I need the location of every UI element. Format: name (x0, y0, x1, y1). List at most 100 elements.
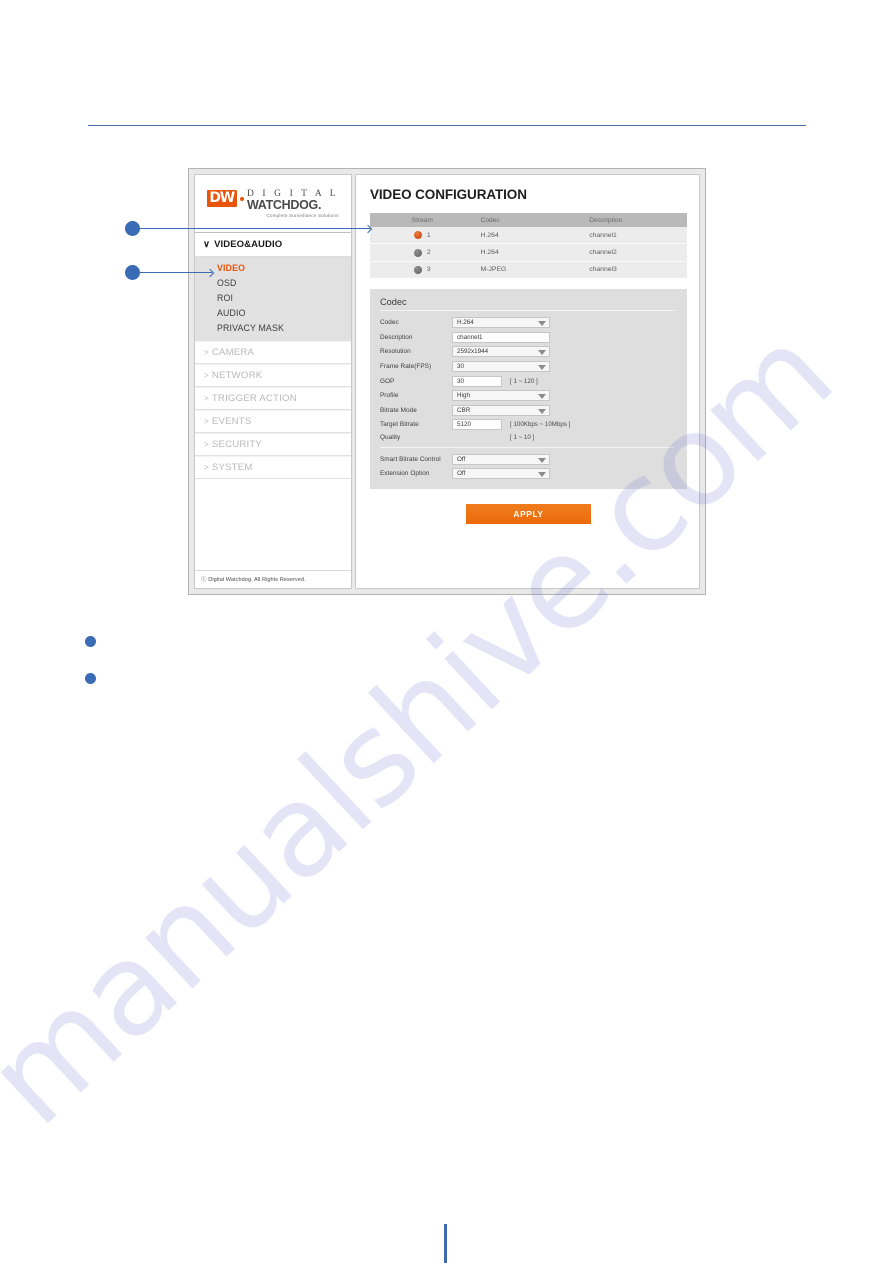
profile-select-value: High (457, 392, 470, 400)
description-cell: channel1 (589, 231, 617, 239)
codec-cell: H.264 (480, 249, 499, 257)
sidebar-item-audio[interactable]: AUDIO (195, 306, 351, 321)
chevron-right-icon: > (204, 462, 209, 472)
stream-cell: 3 (370, 265, 475, 274)
stream-table: Stream Codec Description 1 H.264 channel… (370, 213, 687, 279)
sidebar-item-osd[interactable]: OSD (195, 275, 351, 290)
field-row-framerate: Frame Rate(FPS) 30 (380, 360, 675, 372)
codec-section-divider (380, 446, 675, 448)
resolution-select-value: 2592x1944 (457, 348, 489, 356)
logo-bullet-icon (239, 196, 244, 201)
chevron-down-icon (538, 394, 546, 400)
description-input[interactable]: channel1 (452, 331, 550, 343)
frame-rate-select-value: 30 (457, 362, 465, 370)
sidebar-group-label: VIDEO&AUDIO (214, 239, 283, 250)
frame-rate-select[interactable]: 30 (452, 360, 550, 372)
table-row[interactable]: 2 H.264 channel2 (370, 244, 687, 262)
stream-cell: 1 (370, 231, 475, 240)
chevron-down-icon (538, 350, 546, 356)
bitrate-mode-select[interactable]: CBR (452, 404, 550, 416)
sidebar-group-trigger-action[interactable]: > TRIGGER ACTION (195, 386, 351, 410)
table-row[interactable]: 1 H.264 channel1 (370, 227, 687, 245)
sidebar-group-label-events: EVENTS (211, 415, 252, 427)
sidebar-menu: ∨ VIDEO&AUDIO VIDEO OSD ROI AUDIO PRIVACY… (195, 233, 351, 570)
chevron-down-icon: ∨ (203, 239, 211, 250)
sidebar-group-label-camera: CAMERA (211, 346, 255, 358)
codec-select[interactable]: H.264 (452, 317, 550, 329)
label-quality: Quality (380, 433, 401, 441)
sidebar-item-privacy-mask[interactable]: PRIVACY MASK (195, 321, 351, 336)
label-target-bitrate: Target Bitrate (380, 421, 419, 429)
sidebar-copyright: ⓒ Digital Watchdog. All Rights Reserved. (195, 570, 351, 588)
smart-bitrate-control-select[interactable]: Off (452, 453, 550, 465)
codec-cell: M-JPEG (480, 266, 507, 274)
label-extension-option: Extension Option (380, 470, 430, 478)
field-row-resolution: Resolution 2592x1944 (380, 346, 675, 358)
profile-select[interactable]: High (452, 390, 550, 402)
chevron-down-icon (538, 408, 546, 414)
sidebar-group-video-audio[interactable]: ∨ VIDEO&AUDIO (195, 233, 351, 257)
field-row-gop: GOP 30 [ 1 ~ 120 ] (380, 375, 675, 387)
table-row[interactable]: 3 M-JPEG channel3 (370, 262, 687, 278)
codec-section-title: Codec (380, 297, 675, 312)
smart-bitrate-control-value: Off (457, 455, 466, 463)
label-codec: Codec (380, 319, 399, 327)
apply-button[interactable]: APPLY (466, 504, 591, 525)
stream-table-header: Stream Codec Description (370, 213, 687, 227)
target-bitrate-input[interactable]: 5120 (452, 419, 502, 431)
sidebar-group-label-network: NETWORK (211, 369, 263, 381)
label-description: Description (380, 333, 413, 341)
column-header-codec: Codec (480, 216, 500, 224)
field-row-profile: Profile High (380, 390, 675, 402)
dw-logo-mark: DW (207, 189, 237, 207)
extension-option-select[interactable]: Off (452, 468, 550, 480)
stream-number: 2 (426, 249, 431, 257)
sidebar-group-network[interactable]: > NETWORK (195, 363, 351, 387)
sidebar-item-video[interactable]: VIDEO (195, 260, 351, 275)
gop-input[interactable]: 30 (452, 375, 502, 387)
page-title: VIDEO CONFIGURATION (370, 187, 527, 202)
resolution-select[interactable]: 2592x1944 (452, 346, 550, 358)
gop-range-hint: [ 1 ~ 120 ] (510, 377, 538, 385)
field-row-smart-bitrate-control: Smart Bitrate Control Off (380, 453, 675, 465)
sidebar-group-security[interactable]: > SECURITY (195, 432, 351, 456)
callout-leader-line-1 (140, 228, 370, 230)
sidebar-group-label-system: SYSTEM (211, 461, 253, 473)
stream-status-indicator-icon (413, 231, 422, 240)
stream-number: 3 (426, 266, 431, 274)
label-frame-rate: Frame Rate(FPS) (380, 362, 432, 370)
label-smart-bitrate-control: Smart Bitrate Control (380, 455, 441, 463)
label-bitrate-mode: Bitrate Mode (380, 406, 417, 414)
field-row-target-bitrate: Target Bitrate 5120 [ 100Kbps ~ 10Mbps ] (380, 419, 675, 431)
sidebar-group-events[interactable]: > EVENTS (195, 409, 351, 433)
chevron-down-icon (538, 321, 546, 327)
page-number-marker (444, 1224, 447, 1263)
field-row-codec: Codec H.264 (380, 317, 675, 329)
chevron-down-icon (538, 364, 546, 370)
sidebar-item-roi[interactable]: ROI (195, 290, 351, 305)
stream-status-indicator-icon (413, 248, 422, 257)
label-profile: Profile (380, 392, 399, 400)
sidebar-group-label-trigger-action: TRIGGER ACTION (211, 392, 297, 404)
codec-settings-box: Codec Codec H.264 Description channel1 R… (370, 289, 687, 490)
description-cell: channel2 (589, 249, 617, 257)
label-gop: GOP (380, 377, 395, 385)
body-list-bullet-1 (85, 636, 96, 647)
field-row-quality: Quality [ 1 ~ 10 ] (380, 434, 675, 441)
camera-web-ui-screenshot: DW D I G I T A L WATCHDOG. Complete Surv… (188, 168, 706, 595)
sidebar-filler (195, 478, 351, 570)
sidebar-nav-panel: DW D I G I T A L WATCHDOG. Complete Surv… (194, 174, 352, 589)
field-row-bitrate-mode: Bitrate Mode CBR (380, 404, 675, 416)
chevron-right-icon: > (204, 439, 209, 449)
codec-select-value: H.264 (457, 319, 474, 327)
stream-cell: 2 (370, 248, 475, 257)
target-bitrate-range-hint: [ 100Kbps ~ 10Mbps ] (510, 421, 571, 429)
header-rule (88, 125, 806, 126)
sidebar-group-system[interactable]: > SYSTEM (195, 455, 351, 479)
logo-line-watchdog: WATCHDOG. (246, 197, 322, 212)
sidebar-group-label-security: SECURITY (211, 438, 262, 450)
extension-option-value: Off (457, 470, 466, 478)
sidebar-group-camera[interactable]: > CAMERA (195, 340, 351, 364)
logo-tagline: Complete Surveillance Solutions (266, 212, 339, 218)
content-panel: VIDEO CONFIGURATION Stream Codec Descrip… (355, 174, 700, 589)
